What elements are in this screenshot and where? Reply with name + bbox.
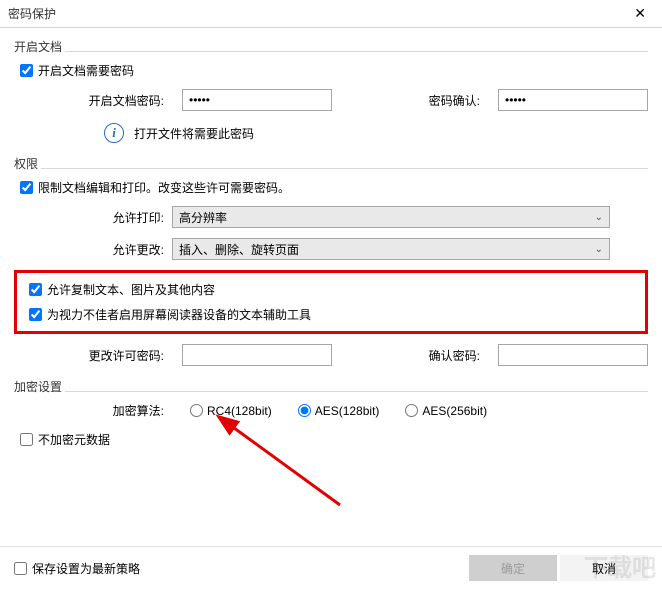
row-allow-change: 允许更改: 插入、删除、旋转页面 ⌄ [14, 238, 648, 260]
dialog-content: 开启文档 开启文档需要密码 开启文档密码: 密码确认: i 打开文件将需要此密码… [0, 28, 662, 448]
checkbox-no-encrypt-meta[interactable] [20, 433, 33, 446]
chevron-down-icon: ⌄ [595, 212, 603, 223]
label-permission-password: 更改许可密码: [74, 347, 164, 364]
group-label-permissions: 权限 [14, 155, 41, 172]
checkbox-save-policy[interactable] [14, 562, 27, 575]
row-save-policy: 保存设置为最新策略 [14, 560, 140, 577]
input-permission-password[interactable] [182, 344, 332, 366]
divider [14, 51, 648, 52]
select-allow-print[interactable]: 高分辨率 ⌄ [172, 206, 610, 228]
ok-button[interactable]: 确定 [469, 555, 557, 581]
radio-aes-256[interactable]: AES(256bit) [405, 404, 487, 418]
info-icon: i [104, 123, 124, 143]
label-no-encrypt-meta: 不加密元数据 [38, 431, 110, 448]
title-bar: 密码保护 ✕ [0, 0, 662, 28]
label-encrypt-algo: 加密算法: [74, 402, 164, 419]
radio-label-aes-256: AES(256bit) [422, 404, 487, 418]
label-allow-change: 允许更改: [74, 241, 164, 258]
input-open-password-confirm[interactable] [498, 89, 648, 111]
row-no-encrypt-meta: 不加密元数据 [14, 431, 648, 448]
cancel-button[interactable]: 取消 [560, 555, 648, 581]
chevron-down-icon: ⌄ [595, 244, 603, 255]
checkbox-allow-copy[interactable] [29, 283, 42, 296]
annotation-highlight-box: 允许复制文本、图片及其他内容 为视力不佳者启用屏幕阅读器设备的文本辅助工具 [14, 270, 648, 334]
label-open-password: 开启文档密码: [74, 92, 164, 109]
row-permission-passwords: 更改许可密码: 确认密码: [14, 344, 648, 366]
label-require-open-password: 开启文档需要密码 [38, 62, 134, 79]
label-permission-password-confirm: 确认密码: [420, 347, 480, 364]
group-label-encryption: 加密设置 [14, 378, 65, 395]
info-text: 打开文件将需要此密码 [134, 125, 254, 142]
radio-input-rc4-128[interactable] [190, 404, 203, 417]
select-allow-change-value: 插入、删除、旋转页面 [179, 241, 299, 258]
radio-input-aes-256[interactable] [405, 404, 418, 417]
row-allow-copy: 允许复制文本、图片及其他内容 [25, 281, 637, 298]
radio-aes-128[interactable]: AES(128bit) [298, 404, 380, 418]
radio-label-aes-128: AES(128bit) [315, 404, 380, 418]
label-allow-screen-reader: 为视力不佳者启用屏幕阅读器设备的文本辅助工具 [47, 306, 311, 323]
row-allow-print: 允许打印: 高分辨率 ⌄ [14, 206, 648, 228]
divider [14, 391, 648, 392]
select-allow-change[interactable]: 插入、删除、旋转页面 ⌄ [172, 238, 610, 260]
label-allow-copy: 允许复制文本、图片及其他内容 [47, 281, 215, 298]
row-open-info: i 打开文件将需要此密码 [14, 123, 648, 143]
radio-label-rc4-128: RC4(128bit) [207, 404, 272, 418]
row-restrict: 限制文档编辑和打印。改变这些许可需要密码。 [14, 179, 648, 196]
checkbox-restrict[interactable] [20, 181, 33, 194]
row-encrypt-algo: 加密算法: RC4(128bit) AES(128bit) AES(256bit… [14, 402, 648, 419]
radio-input-aes-128[interactable] [298, 404, 311, 417]
label-restrict: 限制文档编辑和打印。改变这些许可需要密码。 [38, 179, 290, 196]
input-permission-password-confirm[interactable] [498, 344, 648, 366]
label-save-policy: 保存设置为最新策略 [32, 560, 140, 577]
group-open-document: 开启文档 开启文档需要密码 开启文档密码: 密码确认: i 打开文件将需要此密码 [14, 38, 648, 143]
radio-rc4-128[interactable]: RC4(128bit) [190, 404, 272, 418]
row-allow-screen-reader: 为视力不佳者启用屏幕阅读器设备的文本辅助工具 [25, 306, 637, 323]
group-permissions: 权限 限制文档编辑和打印。改变这些许可需要密码。 允许打印: 高分辨率 ⌄ 允许… [14, 155, 648, 366]
checkbox-allow-screen-reader[interactable] [29, 308, 42, 321]
window-title: 密码保护 [8, 5, 56, 22]
divider [14, 168, 648, 169]
checkbox-require-open-password[interactable] [20, 64, 33, 77]
input-open-password[interactable] [182, 89, 332, 111]
row-open-passwords: 开启文档密码: 密码确认: [14, 89, 648, 111]
label-open-password-confirm: 密码确认: [420, 92, 480, 109]
footer-buttons: 确定 取消 [469, 555, 648, 581]
select-allow-print-value: 高分辨率 [179, 209, 227, 226]
label-allow-print: 允许打印: [74, 209, 164, 226]
group-label-open: 开启文档 [14, 38, 65, 55]
close-icon[interactable]: ✕ [626, 3, 654, 24]
footer-bar: 保存设置为最新策略 确定 取消 [0, 546, 662, 589]
row-require-open-password: 开启文档需要密码 [14, 62, 648, 79]
group-encryption: 加密设置 加密算法: RC4(128bit) AES(128bit) AES(2… [14, 378, 648, 448]
